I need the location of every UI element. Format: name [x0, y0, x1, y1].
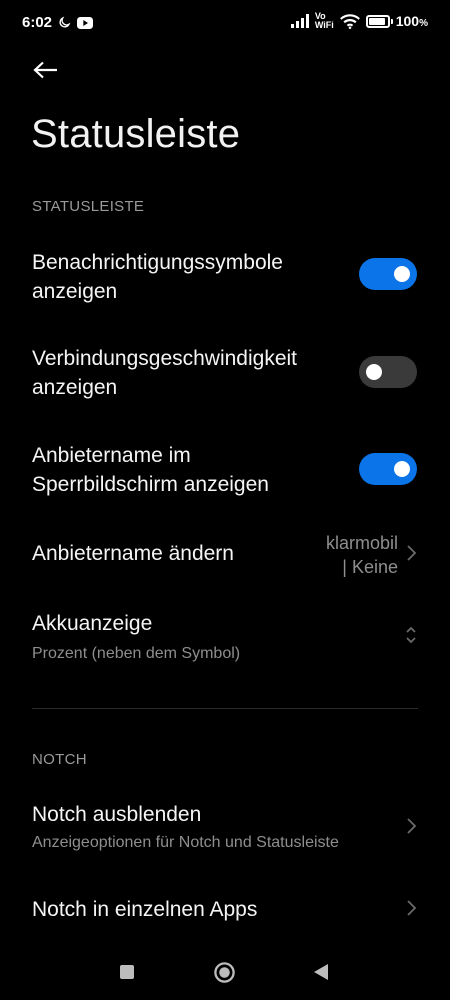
setting-notification-icons-label: Benachrichtigungssymbole anzeigen — [32, 248, 342, 306]
setting-carrier-lockscreen-label: Anbietername im Sperrbildschirm anzeigen — [32, 441, 342, 499]
toggle-knob — [394, 461, 410, 477]
toggle-knob — [366, 364, 382, 380]
chevron-up-down-icon — [406, 626, 416, 644]
toggle-connection-speed[interactable] — [359, 356, 417, 388]
wifi-icon — [339, 13, 360, 29]
divider — [32, 708, 418, 709]
status-bar-left: 6:02 — [22, 14, 94, 31]
battery-icon — [365, 14, 393, 28]
home-circle-icon[interactable] — [213, 961, 236, 984]
vowifi-bottom: WiFi — [314, 20, 334, 30]
battery-percent: 100% — [396, 13, 428, 29]
vowifi-icon: Vo WiFi — [315, 12, 334, 30]
toggle-notification-icons[interactable] — [359, 258, 417, 290]
status-bar-right: Vo WiFi 100% — [290, 12, 428, 30]
section-header-notch: NOTCH — [32, 751, 87, 768]
setting-battery-indicator-value: Prozent (neben dem Symbol) — [32, 645, 241, 662]
label-line1: Benachrichtigungssymbole — [32, 251, 283, 274]
battery-fill — [368, 17, 385, 25]
label-line2: anzeigen — [32, 280, 118, 303]
setting-notch-apps-label: Notch in einzelnen Apps — [32, 898, 258, 921]
signal-icon — [290, 14, 309, 28]
carrier-name-value: klarmobil | Keine — [326, 531, 398, 579]
setting-carrier-name-label: Anbietername ändern — [32, 542, 234, 565]
setting-hide-notch-subtitle: Anzeigeoptionen für Notch und Statusleis… — [32, 834, 339, 851]
clock: 6:02 — [22, 14, 53, 31]
back-button[interactable] — [30, 56, 62, 88]
youtube-icon — [77, 16, 94, 29]
setting-connection-speed-label: Verbindungsgeschwindigkeit anzeigen — [32, 344, 342, 402]
setting-battery-indicator-label: Akkuanzeige — [32, 612, 153, 635]
value-line1: klarmobil — [325, 533, 398, 553]
moon-icon — [59, 16, 71, 28]
value-line2: | Keine — [342, 557, 398, 577]
label-line1: Anbietername im — [32, 444, 191, 467]
chevron-right-icon — [407, 900, 417, 916]
recents-square-icon[interactable] — [119, 964, 135, 980]
setting-hide-notch-label: Notch ausblenden — [32, 803, 202, 826]
battery-percent-value: 100 — [395, 13, 420, 29]
toggle-carrier-lockscreen[interactable] — [359, 453, 417, 485]
section-header-statusleiste: STATUSLEISTE — [32, 198, 145, 215]
back-triangle-icon[interactable] — [312, 963, 330, 981]
back-arrow-icon — [33, 61, 57, 79]
navigation-bar — [0, 945, 450, 1000]
chevron-right-icon — [407, 818, 417, 834]
label-line2: anzeigen — [32, 376, 118, 399]
percent-sign: % — [419, 18, 428, 29]
toggle-knob — [394, 266, 410, 282]
label-line2: Sperrbildschirm anzeigen — [32, 473, 269, 496]
label-line1: Verbindungsgeschwindigkeit — [32, 347, 298, 370]
chevron-right-icon — [407, 545, 417, 561]
page-title: Statusleiste — [31, 112, 241, 156]
status-bar: 6:02 Vo WiFi 100% — [0, 0, 450, 50]
